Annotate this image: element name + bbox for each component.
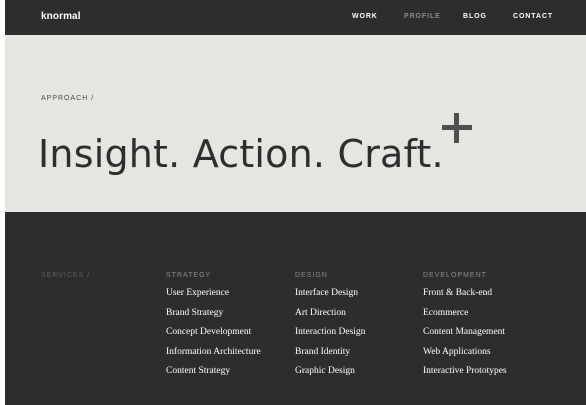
service-item: Content Strategy bbox=[166, 366, 231, 377]
hero-section: APPROACH / Insight. Action. Craft. bbox=[5, 35, 586, 212]
service-item: Brand Strategy bbox=[166, 307, 224, 318]
services-column-strategy: STRATEGY User Experience Brand Strategy … bbox=[166, 272, 296, 384]
column-heading: DESIGN bbox=[295, 272, 328, 279]
top-navigation-bar: knormal WORK PROFILE BLOG CONTACT bbox=[5, 0, 586, 35]
services-column-design: DESIGN Interface Design Art Direction In… bbox=[295, 272, 425, 384]
nav-item-contact[interactable]: CONTACT bbox=[513, 13, 553, 20]
service-item: Ecommerce bbox=[423, 307, 469, 318]
service-item: Content Management bbox=[423, 327, 506, 338]
main-nav: WORK PROFILE BLOG CONTACT bbox=[5, 13, 586, 25]
service-item: Concept Development bbox=[166, 327, 252, 338]
service-item: Interactive Prototypes bbox=[423, 366, 507, 377]
nav-item-profile[interactable]: PROFILE bbox=[404, 13, 441, 20]
service-item: Information Architecture bbox=[166, 346, 261, 357]
page-title: Insight. Action. Craft. bbox=[38, 132, 444, 177]
breadcrumb: APPROACH / bbox=[41, 95, 95, 102]
service-item: Interface Design bbox=[295, 288, 359, 298]
service-item: Interaction Design bbox=[295, 327, 366, 338]
service-item: Brand Identity bbox=[295, 346, 351, 357]
services-column-development: DEVELOPMENT Front & Back-end Ecommerce C… bbox=[423, 272, 553, 384]
service-item: Art Direction bbox=[295, 307, 346, 318]
nav-item-blog[interactable]: BLOG bbox=[463, 13, 487, 20]
column-heading: STRATEGY bbox=[166, 272, 212, 279]
plus-icon-vertical-bar bbox=[454, 113, 459, 143]
services-section: SERVICES / STRATEGY User Experience Bran… bbox=[5, 212, 586, 405]
service-item: User Experience bbox=[166, 288, 230, 298]
nav-item-work[interactable]: WORK bbox=[352, 13, 378, 20]
service-list: Interface Design Art Direction Interacti… bbox=[295, 286, 425, 384]
service-list: User Experience Brand Strategy Concept D… bbox=[166, 286, 296, 384]
plus-icon[interactable] bbox=[442, 113, 472, 143]
column-heading: DEVELOPMENT bbox=[423, 272, 487, 279]
service-list: Front & Back-end Ecommerce Content Manag… bbox=[423, 286, 553, 384]
service-item: Front & Back-end bbox=[423, 288, 493, 298]
page: knormal WORK PROFILE BLOG CONTACT APPROA… bbox=[5, 0, 586, 405]
services-label: SERVICES / bbox=[41, 272, 91, 279]
service-item: Web Applications bbox=[423, 346, 491, 357]
service-item: Graphic Design bbox=[295, 366, 355, 377]
